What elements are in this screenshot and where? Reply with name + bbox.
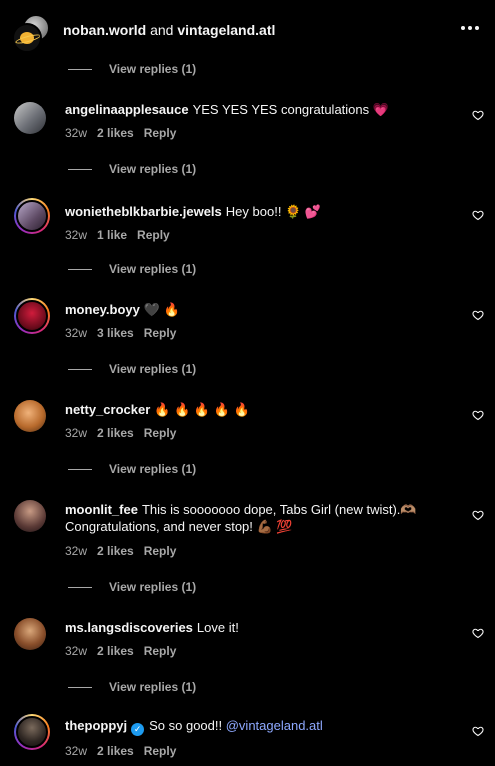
comment-likes[interactable]: 2 likes — [97, 426, 134, 440]
reply-button[interactable]: Reply — [144, 426, 177, 440]
comment-text: money.boyy 🖤 🔥 — [65, 301, 460, 318]
like-heart-icon[interactable] — [472, 209, 484, 221]
collab-avatars[interactable] — [12, 14, 50, 53]
comment-username[interactable]: angelinaapplesauce — [65, 102, 189, 117]
comment-meta: 32w 2 likes Reply — [65, 744, 186, 758]
avatar-story-ring[interactable] — [14, 714, 50, 750]
view-replies-label: View replies (1) — [109, 262, 197, 276]
reply-button[interactable]: Reply — [137, 228, 170, 242]
comment-meta: 32w 2 likes Reply — [65, 644, 186, 658]
avatar[interactable] — [14, 102, 46, 134]
reply-button[interactable]: Reply — [144, 544, 177, 558]
comment-text: ms.langsdiscoveries Love it! — [65, 619, 460, 636]
view-replies-button[interactable]: View replies (1) — [68, 678, 196, 696]
comment-username[interactable]: thepoppyj — [65, 718, 127, 733]
comment-mention[interactable]: @vintageland.atl — [226, 718, 323, 733]
comment-username[interactable]: netty_crocker — [65, 402, 150, 417]
comment-text: netty_crocker 🔥 🔥 🔥 🔥 🔥 — [65, 401, 460, 418]
avatar-story-ring[interactable] — [14, 298, 50, 334]
collab-header: noban.world and vintageland.atl — [0, 0, 495, 60]
view-replies-button[interactable]: View replies (1) — [68, 360, 196, 378]
comment-meta: 32w 2 likes Reply — [65, 426, 186, 440]
view-replies-button[interactable]: View replies (1) — [68, 60, 196, 78]
comment-likes[interactable]: 2 likes — [97, 126, 134, 140]
like-heart-icon[interactable] — [472, 509, 484, 521]
view-replies-label: View replies (1) — [109, 680, 197, 694]
comment-body: Love it! — [196, 620, 239, 635]
comment-meta: 32w 2 likes Reply — [65, 544, 186, 558]
view-replies-label: View replies (1) — [109, 580, 197, 594]
header-user2[interactable]: vintageland.atl — [177, 22, 275, 38]
comment-body: Hey boo!! 🌻 💕 — [225, 204, 322, 219]
view-replies-button[interactable]: View replies (1) — [68, 460, 196, 478]
like-heart-icon[interactable] — [472, 409, 484, 421]
reply-button[interactable]: Reply — [144, 644, 177, 658]
comment-meta: 32w 3 likes Reply — [65, 326, 186, 340]
view-replies-button[interactable]: View replies (1) — [68, 260, 196, 278]
like-heart-icon[interactable] — [472, 109, 484, 121]
comment-username[interactable]: wonietheblkbarbie.jewels — [65, 204, 222, 219]
comment-time: 32w — [65, 544, 88, 558]
avatar[interactable] — [14, 400, 46, 432]
view-replies-label: View replies (1) — [109, 462, 197, 476]
comment-time: 32w — [65, 744, 88, 758]
comment-likes[interactable]: 2 likes — [97, 544, 134, 558]
like-heart-icon[interactable] — [472, 627, 484, 639]
comment-likes[interactable]: 2 likes — [97, 644, 134, 658]
comment-time: 32w — [65, 326, 88, 340]
header-title: noban.world and vintageland.atl — [63, 22, 275, 38]
reply-button[interactable]: Reply — [144, 744, 177, 758]
comment-username[interactable]: ms.langsdiscoveries — [65, 620, 193, 635]
avatar[interactable] — [14, 618, 46, 650]
view-replies-button[interactable]: View replies (1) — [68, 578, 196, 596]
like-heart-icon[interactable] — [472, 309, 484, 321]
comment-likes[interactable]: 1 like — [97, 228, 127, 242]
view-replies-label: View replies (1) — [109, 62, 197, 76]
comment-username[interactable]: money.boyy — [65, 302, 140, 317]
comment-text: moonlit_fee This is sooooooo dope, Tabs G… — [65, 501, 460, 535]
comment-likes[interactable]: 3 likes — [97, 326, 134, 340]
like-heart-icon[interactable] — [472, 725, 484, 737]
comment-meta: 32w 1 like Reply — [65, 228, 180, 242]
reply-button[interactable]: Reply — [144, 326, 177, 340]
verified-badge-icon: ✓ — [131, 723, 145, 736]
comment-time: 32w — [65, 426, 88, 440]
comment-likes[interactable]: 2 likes — [97, 744, 134, 758]
comment-time: 32w — [65, 126, 88, 140]
comment-body: So so good!! — [149, 718, 223, 733]
avatar-story-ring[interactable] — [14, 198, 50, 234]
header-connector: and — [150, 22, 174, 38]
comment-meta: 32w 2 likes Reply — [65, 126, 186, 140]
comment-text: wonietheblkbarbie.jewels Hey boo!! 🌻 💕 — [65, 203, 460, 220]
view-replies-label: View replies (1) — [109, 162, 197, 176]
comment-username[interactable]: moonlit_fee — [65, 502, 138, 517]
comment-time: 32w — [65, 644, 88, 658]
view-replies-button[interactable]: View replies (1) — [68, 160, 196, 178]
comment-body: YES YES YES congratulations 💗 — [192, 102, 389, 117]
comment-time: 32w — [65, 228, 88, 242]
avatar-noban[interactable] — [12, 23, 42, 53]
avatar[interactable] — [14, 500, 46, 532]
comment-body: 🔥 🔥 🔥 🔥 🔥 — [154, 402, 250, 417]
comment-text: angelinaapplesauce YES YES YES congratula… — [65, 101, 460, 118]
comment-text: thepoppyj ✓ So so good!! @vintageland.atl — [65, 717, 460, 736]
header-user1[interactable]: noban.world — [63, 22, 146, 38]
more-options-icon[interactable] — [461, 24, 479, 32]
reply-button[interactable]: Reply — [144, 126, 177, 140]
comment-body: 🖤 🔥 — [143, 302, 180, 317]
view-replies-label: View replies (1) — [109, 362, 197, 376]
